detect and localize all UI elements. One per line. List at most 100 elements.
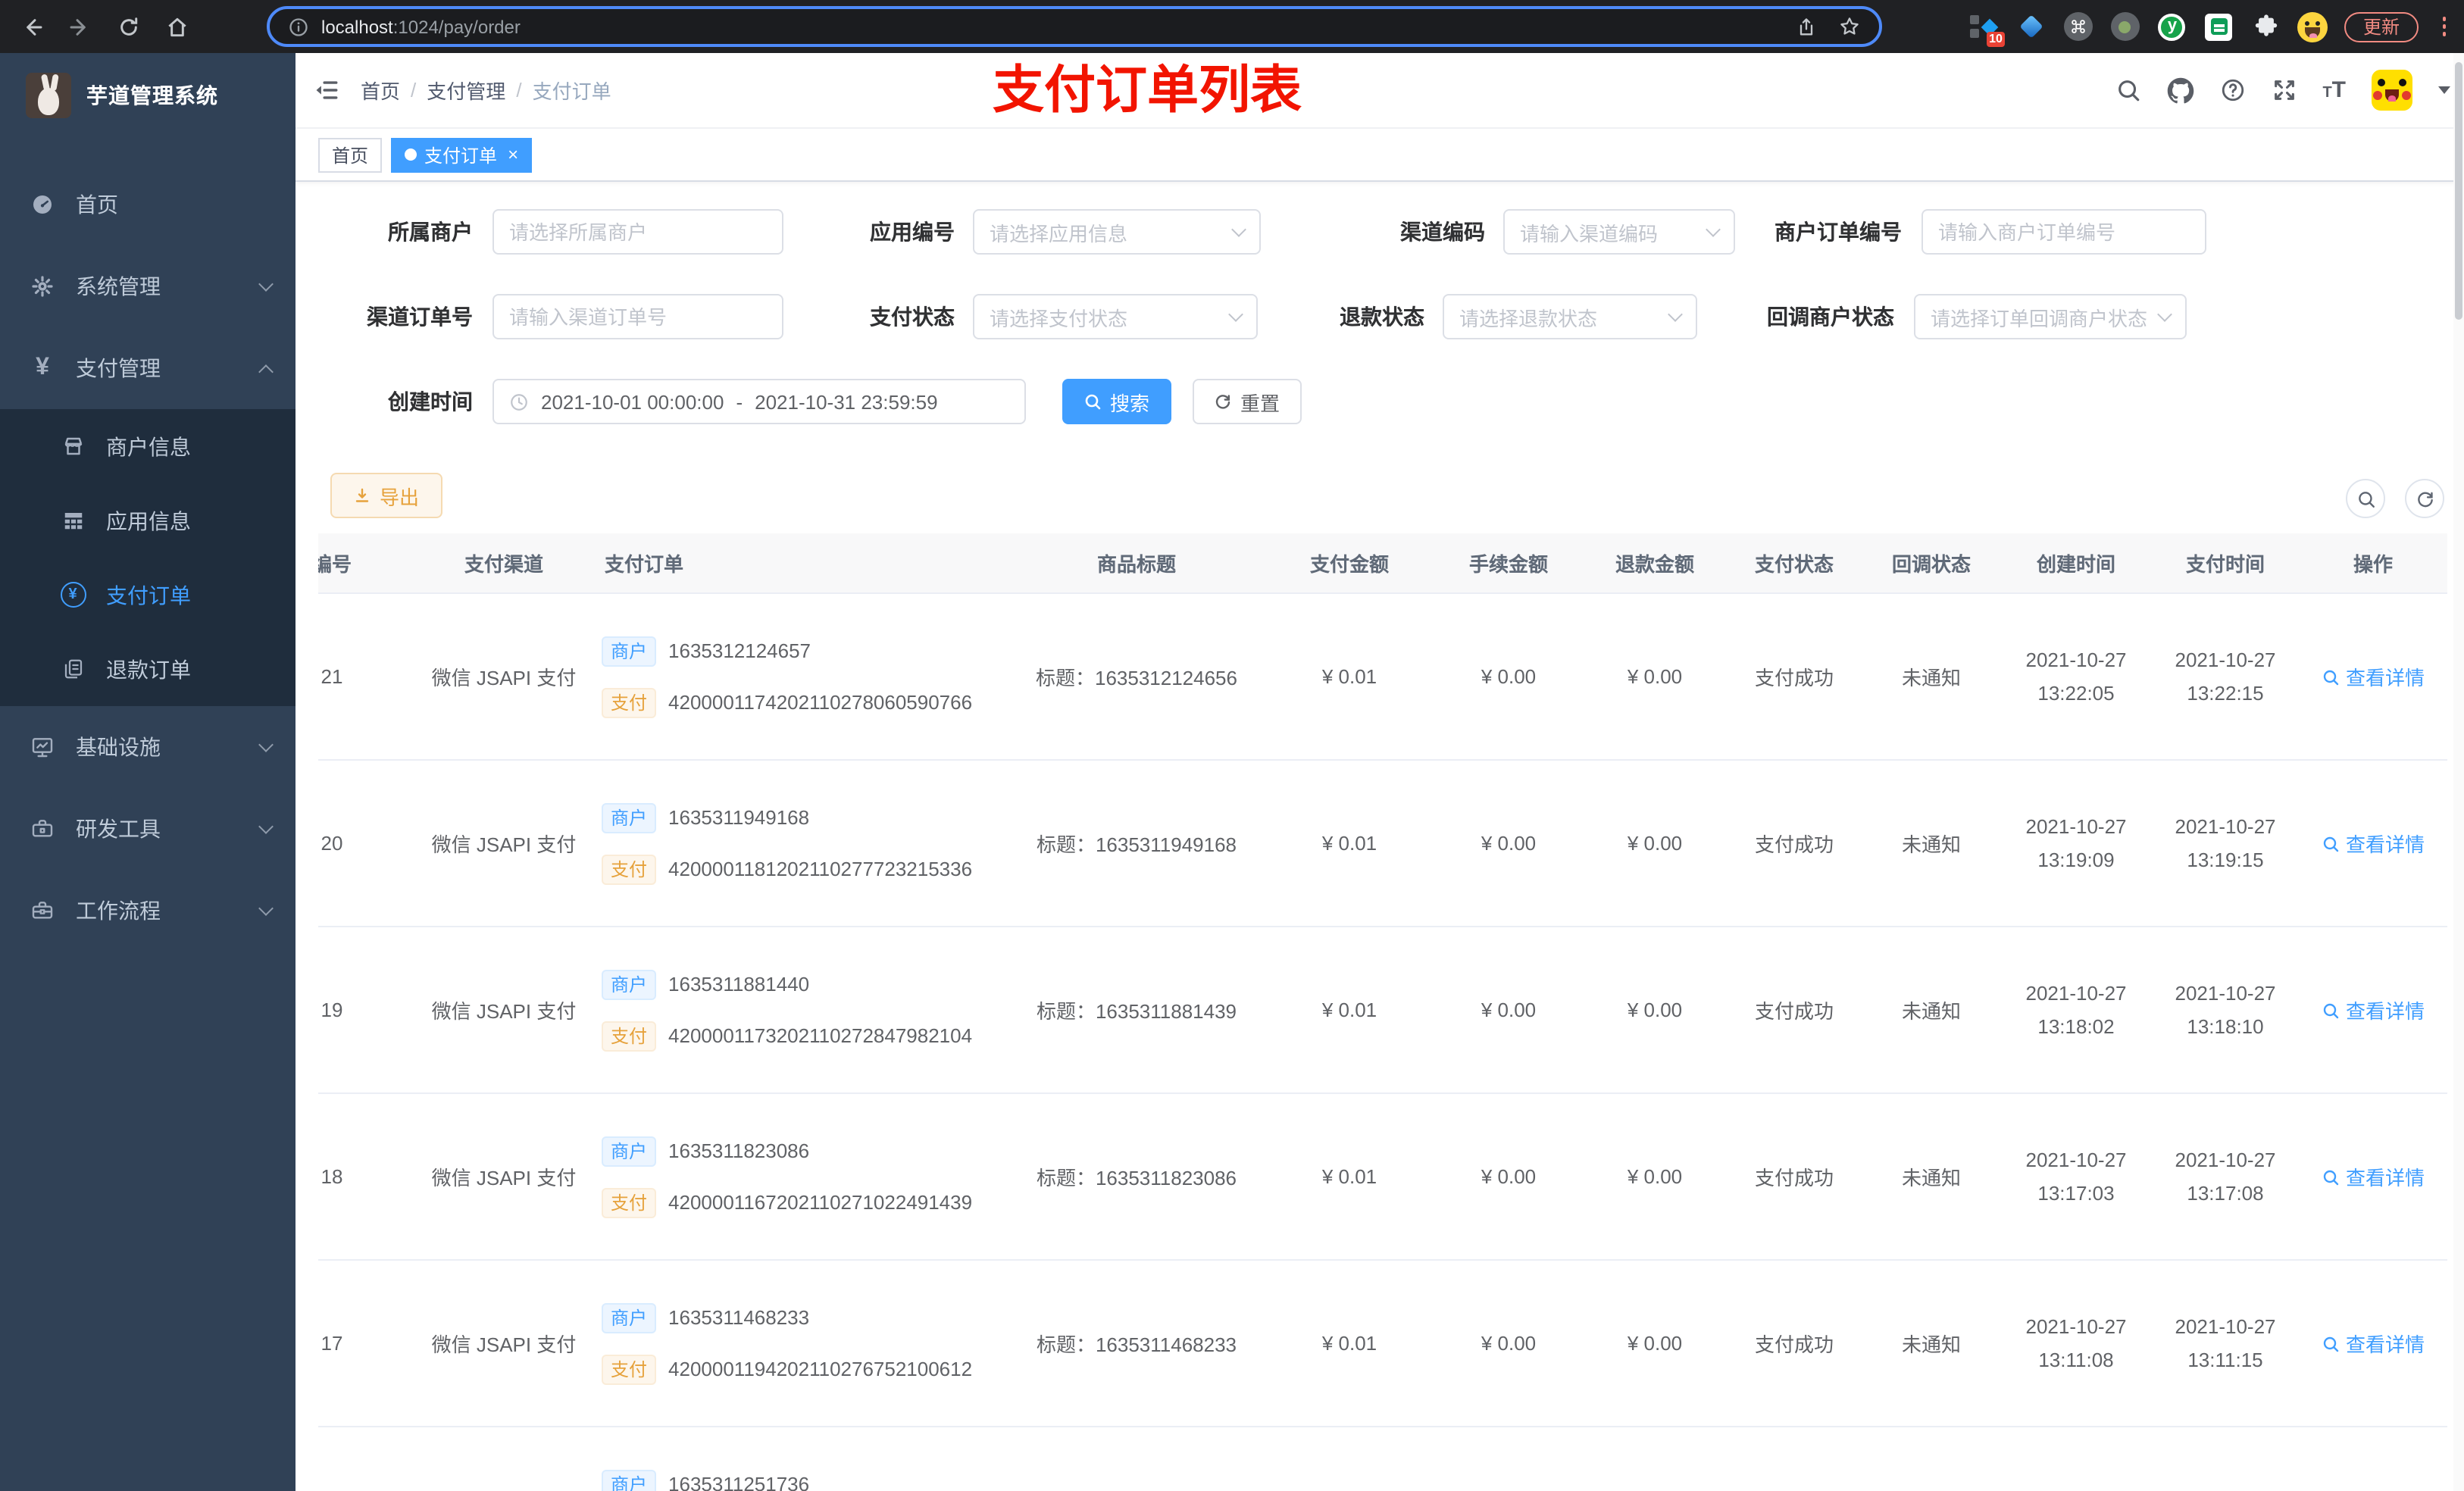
reset-button[interactable]: 重置 [1193,379,1302,424]
monitor-icon [29,735,56,759]
merchant-order-line: 商户 1635311251736 [602,1469,1002,1491]
col-header-amount: 支付金额 [1309,553,1389,576]
view-detail-link[interactable]: 查看详情 [2322,996,2425,1024]
browser-menu-button[interactable] [2439,14,2449,39]
sidebar-item-refund-orders[interactable]: 退款订单 [0,632,295,706]
sidebar-item-dev-tools[interactable]: 研发工具 [0,788,295,870]
chevron-down-icon [258,819,274,834]
export-button[interactable]: 导出 [330,473,442,518]
tags-view-bar: 首页 支付订单 × [295,129,2464,182]
extension-badge: 10 [1986,31,2006,46]
merchant-order-no: 1635311251736 [668,1473,810,1491]
channel-code-filter-select[interactable]: 请输入渠道编码 [1503,209,1735,255]
download-icon [356,488,370,502]
view-detail-link[interactable]: 查看详情 [2322,829,2425,858]
search-icon [1086,394,1102,410]
tag-home[interactable]: 首页 [318,137,383,172]
merchant-filter-input[interactable] [492,209,783,255]
pay-status-cell: 支付成功 [1754,1000,1834,1023]
pay-order-cell: 商户 1635311949168 支付 42000011812021102777… [599,761,1008,926]
merchant-order-no-input[interactable] [1938,220,2190,243]
avatar-dropdown-caret-icon[interactable] [2438,86,2450,94]
kite-extension-icon[interactable] [2016,11,2047,42]
user-avatar[interactable] [2372,70,2412,111]
pay-order-line: 支付 4200001181202110277723215336 [602,854,1002,884]
close-tag-icon[interactable]: × [508,145,518,164]
breadcrumb-payment-orders: 支付订单 [532,80,611,103]
actions-cell: 查看详情 [2299,1162,2447,1191]
profile-avatar[interactable] [2297,11,2328,42]
create-time-cell: 2021-10-27 13:22:05 [2025,648,2127,704]
dot-extension-icon[interactable] [2110,11,2140,42]
sidebar-item-payment-management[interactable]: ¥ 支付管理 [0,327,295,409]
reload-button[interactable] [112,10,145,43]
help-icon[interactable] [2219,77,2245,103]
merchant-order-no-filter-input[interactable] [1921,209,2206,255]
tag-payment-orders[interactable]: 支付订单 × [391,137,533,172]
pay-channel-cell: 微信 JSAPI 支付 [431,667,577,689]
view-detail-link[interactable]: 查看详情 [2322,662,2425,691]
refund-status-filter-select[interactable]: 请选择退款状态 [1443,294,1697,339]
home-button[interactable] [161,10,194,43]
pay-order-cell: 商户 1635311881440 支付 42000011732021102728… [599,927,1008,1092]
sidebar-item-infrastructure[interactable]: 基础设施 [0,706,295,788]
view-detail-link[interactable]: 查看详情 [2322,1162,2425,1191]
extension-collection-icon[interactable]: 10 [1969,11,2006,46]
actions-cell: 查看详情 [2299,662,2447,691]
pay-status-filter-select[interactable]: 请选择支付状态 [973,294,1258,339]
merchant-order-no: 1635311949168 [668,806,810,829]
create-time-range-picker[interactable]: 2021-10-01 00:00:00 - 2021-10-31 23:59:5… [492,379,1026,424]
sidebar-collapse-button[interactable] [295,77,355,103]
sidebar-item-system-management[interactable]: 系统管理 [0,245,295,327]
merchant-input[interactable] [509,220,767,243]
sidebar-item-payment-orders[interactable]: ¥ 支付订单 [0,558,295,632]
order-id-cell: 21 [321,665,343,688]
yen-circle-icon: ¥ [59,582,86,608]
bookmark-star-icon[interactable] [1838,15,1861,38]
order-id-cell: 18 [321,1165,343,1188]
refresh-table-button[interactable] [2405,479,2444,518]
url-bar[interactable]: localhost:1024/pay/order [267,6,1882,47]
site-info-icon[interactable] [288,16,309,37]
app-filter-select[interactable]: 请选择应用信息 [973,209,1261,255]
breadcrumb-home[interactable]: 首页 [361,76,400,105]
channel-order-no-filter-input[interactable] [492,294,783,339]
filter-label-pay-status: 支付状态 [870,305,955,329]
forward-icon [70,18,86,35]
search-icon [2323,1169,2339,1185]
sidebar-item-app-info[interactable]: 应用信息 [0,483,295,558]
search-icon [2358,491,2374,507]
forward-button[interactable] [64,10,97,43]
col-header-pay-status: 支付状态 [1754,553,1834,576]
scrollbar-thumb[interactable] [2455,62,2462,320]
pay-tag: 支付 [602,1187,657,1217]
github-icon[interactable] [2166,77,2194,104]
share-icon[interactable] [1796,16,1817,37]
fee-amount-cell: ¥ 0.00 [1481,665,1537,688]
back-button[interactable] [15,10,48,43]
notify-status-filter-select[interactable]: 请选择订单回调商户状态 [1914,294,2187,339]
sidebar-item-home[interactable]: 首页 [0,164,295,245]
command-extension-icon[interactable] [2063,11,2093,42]
page-scrollbar[interactable] [2453,53,2464,1491]
sidebar-item-merchant-info[interactable]: 商户信息 [0,409,295,483]
actions-cell: 查看详情 [2299,829,2447,858]
search-button[interactable]: 搜索 [1062,379,1171,424]
pay-order-no: 4200001167202110271022491439 [668,1191,973,1214]
view-detail-link[interactable]: 查看详情 [2322,1329,2425,1358]
refresh-icon [2417,491,2432,507]
toggle-search-button[interactable] [2346,479,2385,518]
search-icon[interactable] [2115,77,2140,103]
puzzle-extensions-icon[interactable] [2251,11,2281,42]
breadcrumb-payment-management[interactable]: 支付管理 [427,76,505,105]
channel-order-no-input[interactable] [509,305,767,328]
chat-extension-icon[interactable] [2204,11,2234,42]
create-time-cell: 2021-10-27 13:18:02 [2025,981,2127,1037]
sidebar-item-workflow[interactable]: 工作流程 [0,870,295,952]
font-size-icon[interactable]: TT [2322,79,2346,102]
y-logo-extension-icon[interactable]: y [2157,11,2187,42]
col-header-id: 编号 [318,553,352,576]
back-icon [27,18,42,35]
update-button[interactable]: 更新 [2344,11,2418,42]
fullscreen-icon[interactable] [2271,77,2297,103]
